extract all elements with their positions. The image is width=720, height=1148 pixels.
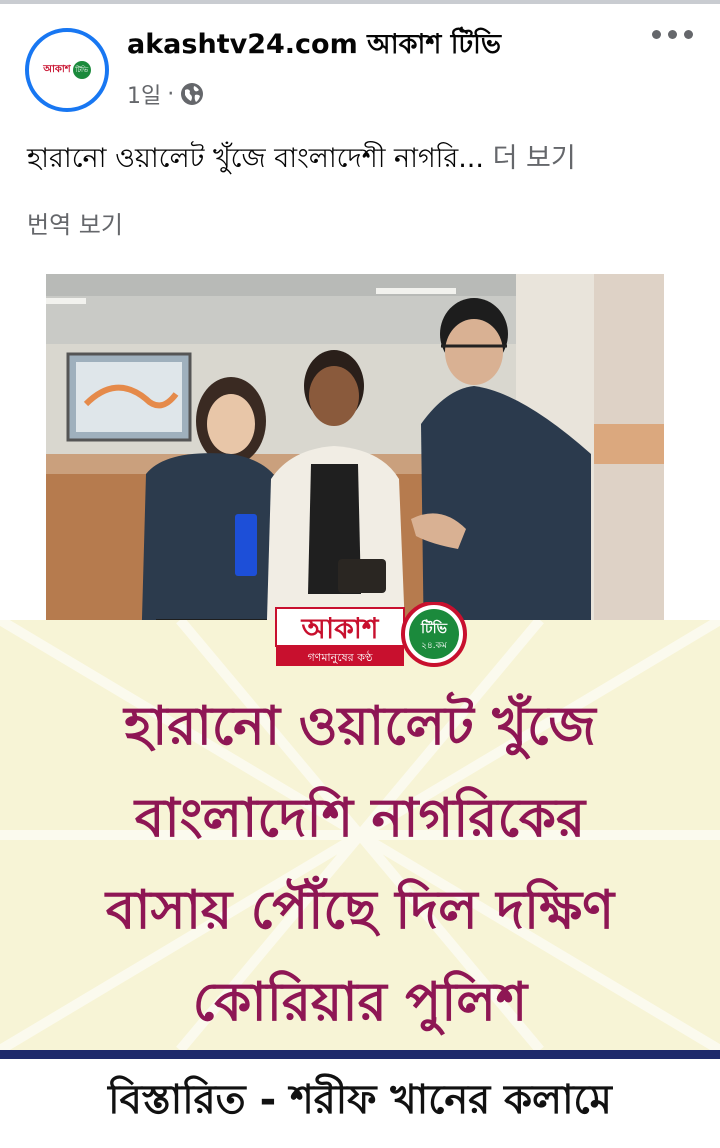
logo-tagline: গণমানুষের কণ্ঠ [307, 651, 372, 664]
avatar-logo: আকাশ টিভি [34, 59, 100, 81]
top-divider [0, 0, 720, 4]
image-headline: হারানো ওয়ালেট খুঁজে বাংলাদেশি নাগরিকের … [0, 700, 720, 1068]
logo-graphic: আকাশ গণমানুষের কণ্ঠ টিভি ২৪.কম [275, 601, 467, 667]
logo-badge-subtext: ২৪.কম [421, 641, 448, 651]
page-avatar[interactable]: আকাশ টিভি [25, 28, 109, 112]
globe-icon [181, 83, 204, 105]
headline-line: বাংলাদেশি নাগরিকের [134, 788, 586, 849]
headline-line: হারানো ওয়ালেট খুঁজে [124, 696, 596, 757]
logo-main-text: আকাশ [301, 612, 380, 645]
post-caption: হারানো ওয়ালেট খুঁজে বাংলাদেশী নাগরি... … [27, 136, 576, 183]
image-footer-text: বিস্তারিত - শরীফ খানের কলামে [0, 1059, 720, 1144]
see-more-link[interactable]: 더 보기 [493, 143, 576, 174]
avatar-logo-badge: টিভি [72, 61, 91, 79]
see-translation-link[interactable]: 번역 보기 [27, 205, 123, 240]
meta-separator: · [167, 81, 175, 107]
photo-scene [46, 274, 664, 654]
logo-badge-text: টিভি [420, 619, 448, 637]
post-meta: 1일 · [127, 78, 204, 110]
more-options-icon[interactable] [652, 30, 693, 39]
post-photo[interactable] [46, 274, 664, 654]
footer-rule [0, 1050, 720, 1059]
page-name-link[interactable]: akashtv24.com আকাশ টিভি [127, 24, 501, 69]
caption-text: হারানো ওয়ালেট খুঁজে বাংলাদেশী নাগরি... [27, 143, 484, 174]
headline-line: বাসায় পৌঁছে দিল দক্ষিণ [105, 880, 615, 941]
post-time[interactable]: 1일 [127, 78, 161, 110]
akash-tv-logo: আকাশ গণমানুষের কণ্ঠ টিভি ২৪.কম [272, 601, 468, 668]
avatar-logo-text: আকাশ [43, 63, 71, 75]
